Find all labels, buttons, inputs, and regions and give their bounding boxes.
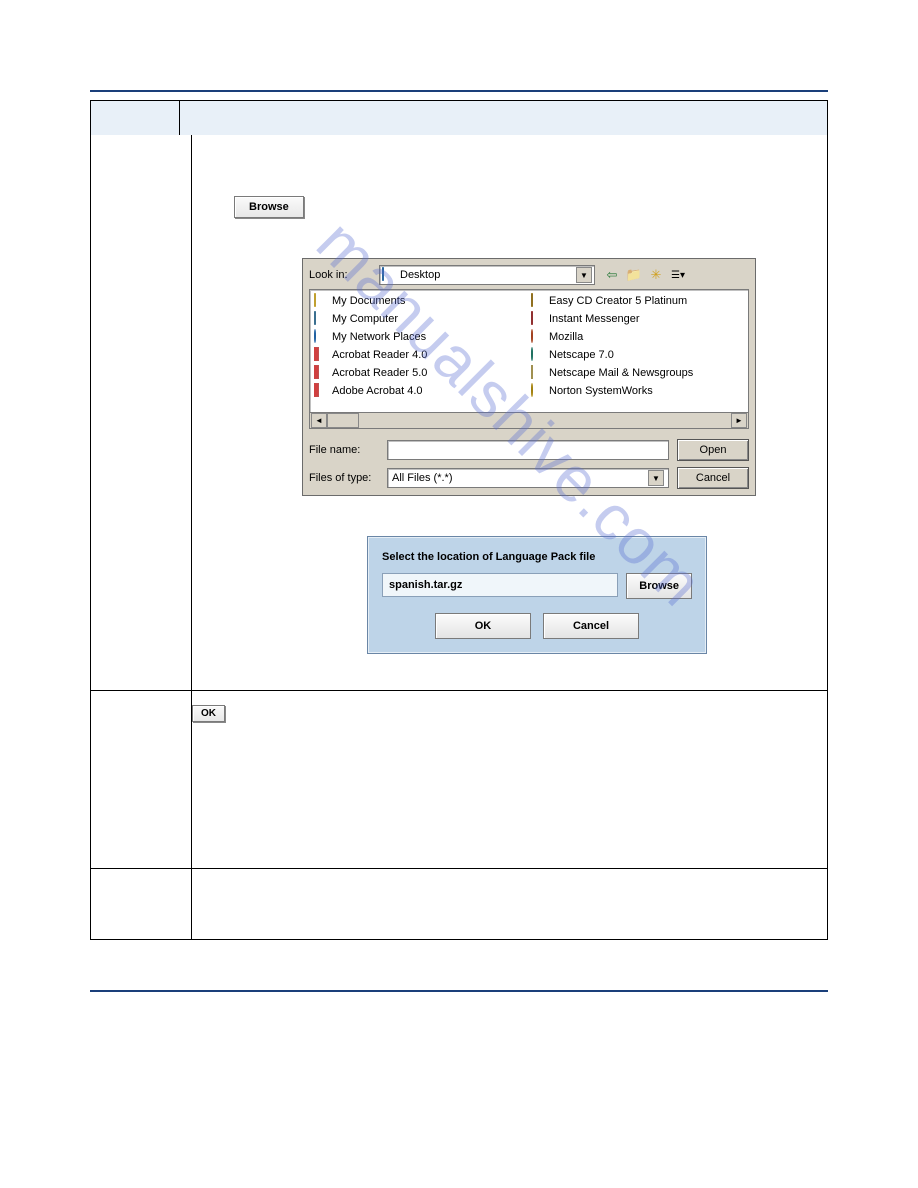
mail-icon xyxy=(531,365,533,379)
list-item[interactable]: Adobe Acrobat 4.0 xyxy=(314,382,527,399)
look-in-label: Look in: xyxy=(309,269,379,281)
app-icon xyxy=(531,311,533,325)
scroll-left-icon[interactable]: ◄ xyxy=(311,413,327,428)
file-name-label: File name: xyxy=(309,444,379,456)
list-item[interactable]: Acrobat Reader 4.0 xyxy=(314,346,527,363)
mozilla-icon xyxy=(531,329,533,343)
network-icon xyxy=(314,329,316,343)
new-folder-icon[interactable]: ✳ xyxy=(647,266,665,284)
language-pack-panel: Select the location of Language Pack fil… xyxy=(367,536,707,654)
file-list[interactable]: My Documents My Computer My Network Plac… xyxy=(309,289,749,413)
up-folder-icon[interactable]: 📁 xyxy=(625,266,643,284)
language-pack-browse-button[interactable]: Browse xyxy=(626,573,692,599)
list-item[interactable]: My Network Places xyxy=(314,328,527,345)
app-icon xyxy=(531,293,533,307)
table-row: manualshive.com Browse Look in: Desktop … xyxy=(90,135,828,691)
dropdown-icon[interactable]: ▼ xyxy=(576,267,592,283)
table-row xyxy=(90,869,828,940)
list-item[interactable]: My Documents xyxy=(314,292,527,309)
computer-icon xyxy=(314,311,316,325)
list-item[interactable]: Mozilla xyxy=(531,328,744,345)
pdf-icon xyxy=(314,347,319,361)
look-in-select[interactable]: Desktop ▼ xyxy=(379,265,595,285)
list-item[interactable]: Netscape 7.0 xyxy=(531,346,744,363)
file-name-input[interactable] xyxy=(387,440,669,460)
pdf-icon xyxy=(314,383,319,397)
netscape-icon xyxy=(531,347,533,361)
language-pack-input[interactable]: spanish.tar.gz xyxy=(382,573,618,597)
language-pack-cancel-button[interactable]: Cancel xyxy=(543,613,639,639)
pdf-icon xyxy=(314,365,319,379)
list-item[interactable]: Instant Messenger xyxy=(531,310,744,327)
bottom-rule xyxy=(90,990,828,992)
cancel-button[interactable]: Cancel xyxy=(677,467,749,489)
table-row: OK xyxy=(90,691,828,869)
list-item[interactable]: My Computer xyxy=(314,310,527,327)
horizontal-scrollbar[interactable]: ◄ ► xyxy=(309,413,749,429)
open-button[interactable]: Open xyxy=(677,439,749,461)
language-pack-title: Select the location of Language Pack fil… xyxy=(382,551,692,563)
look-in-value: Desktop xyxy=(400,269,440,281)
scroll-thumb[interactable] xyxy=(327,413,359,428)
list-item[interactable]: Netscape Mail & Newsgroups xyxy=(531,364,744,381)
list-item[interactable]: Norton SystemWorks xyxy=(531,382,744,399)
list-item[interactable]: Acrobat Reader 5.0 xyxy=(314,364,527,381)
ok-button[interactable]: OK xyxy=(192,705,225,722)
file-open-dialog: Look in: Desktop ▼ ⇦ 📁 ✳ ☰▾ xyxy=(302,258,756,496)
dropdown-icon[interactable]: ▼ xyxy=(648,470,664,486)
top-rule xyxy=(90,90,828,92)
language-pack-ok-button[interactable]: OK xyxy=(435,613,531,639)
list-item[interactable]: Easy CD Creator 5 Platinum xyxy=(531,292,744,309)
files-of-type-value: All Files (*.*) xyxy=(392,472,453,484)
files-of-type-select[interactable]: All Files (*.*) ▼ xyxy=(387,468,669,488)
browse-button[interactable]: Browse xyxy=(234,196,304,218)
scroll-right-icon[interactable]: ► xyxy=(731,413,747,428)
folder-icon xyxy=(314,293,316,307)
desktop-icon xyxy=(382,267,384,281)
norton-icon xyxy=(531,383,533,397)
back-icon[interactable]: ⇦ xyxy=(603,266,621,284)
views-icon[interactable]: ☰▾ xyxy=(669,266,687,284)
files-of-type-label: Files of type: xyxy=(309,472,379,484)
table-header xyxy=(90,100,828,135)
